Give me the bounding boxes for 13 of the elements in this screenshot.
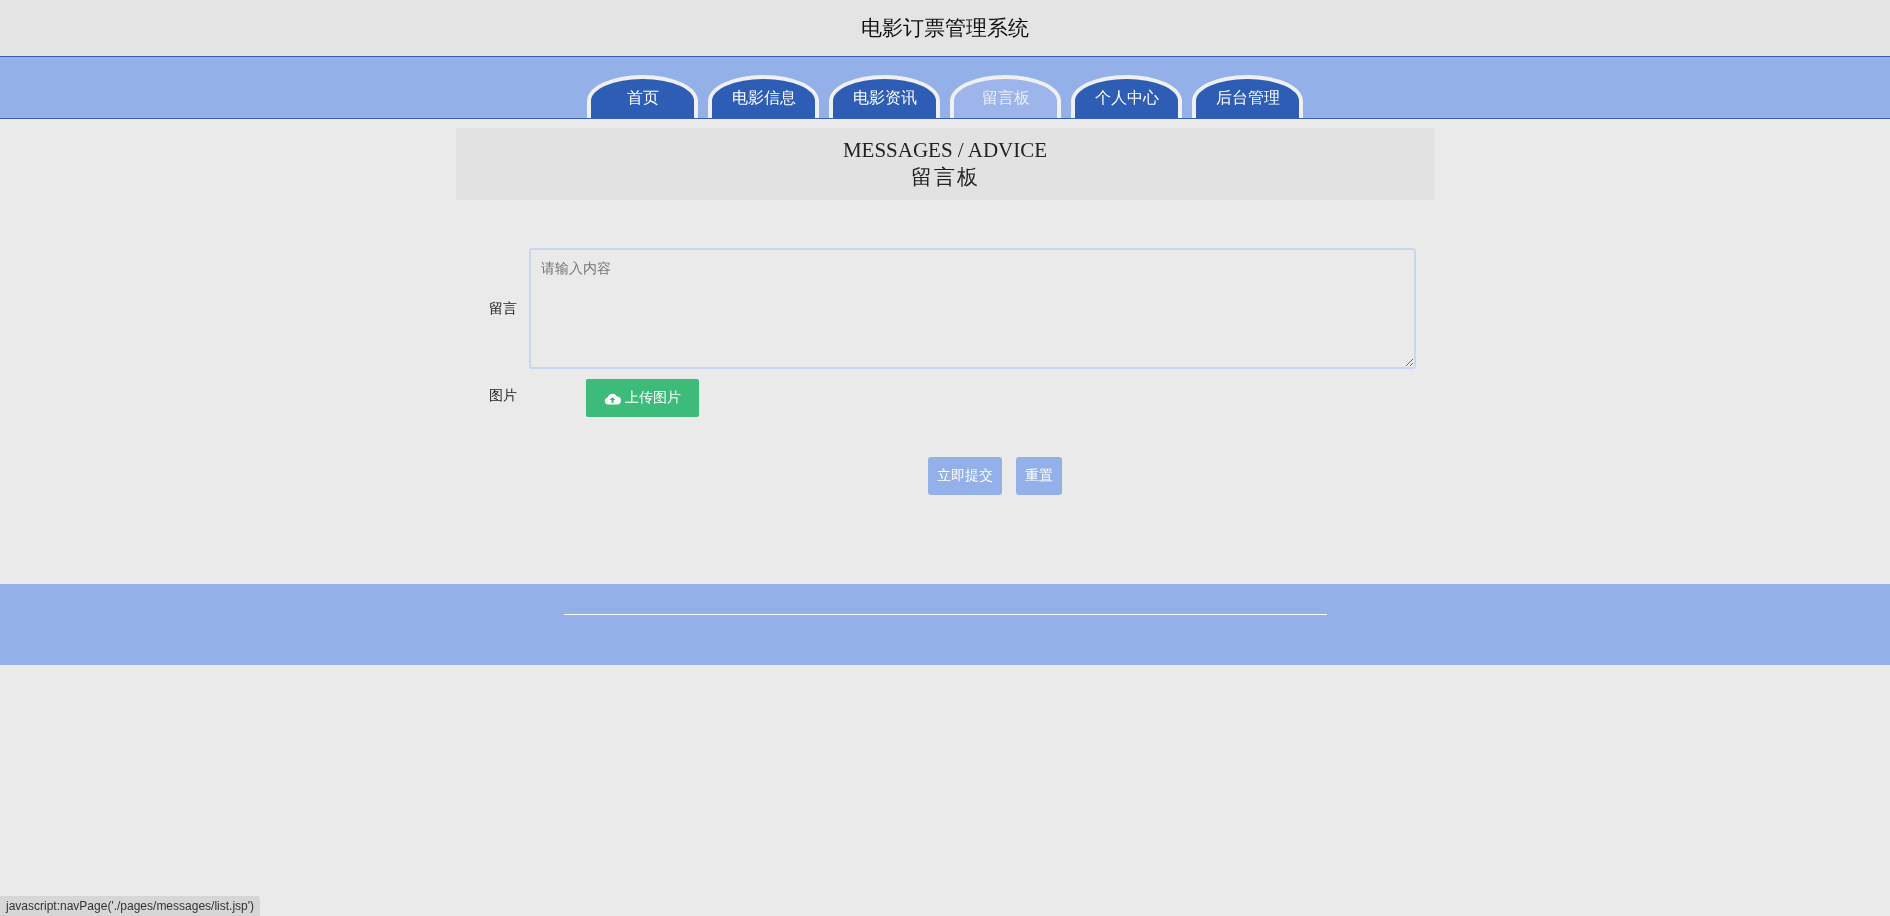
- page-title: MESSAGES / ADVICE: [842, 137, 1048, 163]
- nav-tab[interactable]: 个人中心: [1071, 75, 1182, 118]
- nav-tab[interactable]: 电影资讯: [829, 75, 940, 118]
- cloud-upload-icon: [603, 391, 621, 405]
- status-bar: javascript:navPage('./pages/messages/list.jsp'): [0, 896, 261, 916]
- site-title: 电影订票管理系统: [861, 15, 1029, 41]
- field-label: 图片: [488, 387, 517, 403]
- nav-tab[interactable]: 电影信息: [708, 75, 819, 118]
- field-label: 留言: [488, 299, 517, 318]
- nav-tab[interactable]: 首页: [587, 75, 698, 118]
- message-field[interactable]: 请输入内容: [528, 248, 1416, 369]
- page-subtitle: 留言板: [910, 163, 980, 191]
- nav-tab[interactable]: 后台管理: [1192, 75, 1303, 118]
